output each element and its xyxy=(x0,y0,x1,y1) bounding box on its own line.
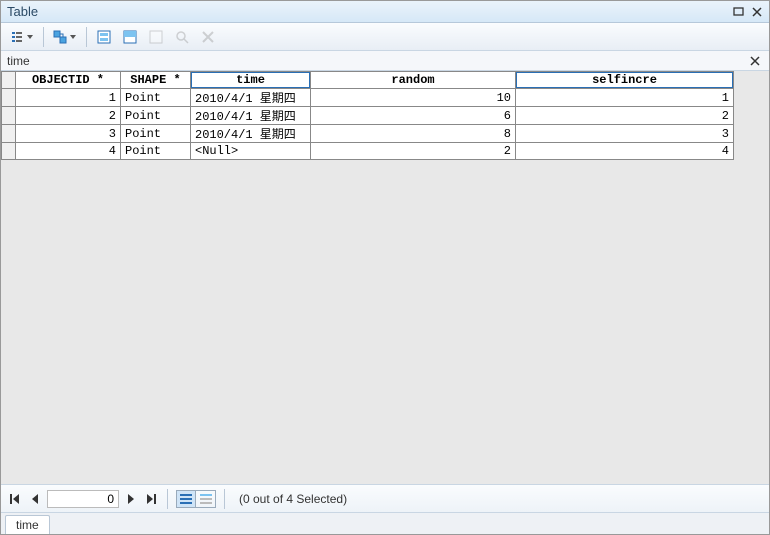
close-icon xyxy=(750,56,760,66)
row-selector-header[interactable] xyxy=(2,72,16,89)
cell-random[interactable]: 10 xyxy=(311,89,516,107)
show-selected-icon xyxy=(199,493,213,505)
cell-objectid[interactable]: 2 xyxy=(16,107,121,125)
show-all-icon xyxy=(179,493,193,505)
column-header-objectid[interactable]: OBJECTID * xyxy=(16,72,121,89)
table-tab-bar: time xyxy=(1,512,769,534)
toolbar xyxy=(1,23,769,51)
column-header-shape[interactable]: SHAPE * xyxy=(121,72,191,89)
grid-area[interactable]: OBJECTID * SHAPE * time random selfincre… xyxy=(1,71,769,484)
cell-time[interactable]: 2010/4/1 星期四 xyxy=(191,125,311,143)
cell-selfincre[interactable]: 3 xyxy=(516,125,734,143)
table-options-button[interactable] xyxy=(7,26,37,48)
delete-icon xyxy=(201,30,215,44)
table-row[interactable]: 2Point2010/4/1 星期四62 xyxy=(2,107,734,125)
close-window-button[interactable] xyxy=(749,5,765,19)
last-icon xyxy=(146,494,156,504)
column-header-random[interactable]: random xyxy=(311,72,516,89)
cell-selfincre[interactable]: 2 xyxy=(516,107,734,125)
select-attr-icon xyxy=(97,30,111,44)
restore-icon xyxy=(733,7,745,17)
cell-objectid[interactable]: 1 xyxy=(16,89,121,107)
prev-record-button[interactable] xyxy=(27,490,43,508)
cell-shape[interactable]: Point xyxy=(121,125,191,143)
cell-shape[interactable]: Point xyxy=(121,89,191,107)
cell-selfincre[interactable]: 4 xyxy=(516,143,734,160)
nav-separator xyxy=(224,489,225,509)
row-selector[interactable] xyxy=(2,89,16,107)
view-toggle-group xyxy=(176,490,216,508)
toolbar-separator xyxy=(43,27,44,47)
selection-status-text: (0 out of 4 Selected) xyxy=(239,492,347,506)
table-tab[interactable]: time xyxy=(5,515,50,534)
switch-selection-button[interactable] xyxy=(119,26,141,48)
list-icon xyxy=(10,30,24,44)
restore-button[interactable] xyxy=(731,5,747,19)
cell-time[interactable]: 2010/4/1 星期四 xyxy=(191,107,311,125)
first-icon xyxy=(10,494,20,504)
delete-selected-button[interactable] xyxy=(197,26,219,48)
cell-random[interactable]: 8 xyxy=(311,125,516,143)
zoom-selected-button[interactable] xyxy=(171,26,193,48)
last-record-button[interactable] xyxy=(143,490,159,508)
table-row[interactable]: 4Point<Null>24 xyxy=(2,143,734,160)
column-header-selfincre[interactable]: selfincre xyxy=(516,72,734,89)
attribute-table[interactable]: OBJECTID * SHAPE * time random selfincre… xyxy=(1,71,734,160)
zoom-selected-icon xyxy=(175,30,189,44)
cell-time[interactable]: <Null> xyxy=(191,143,311,160)
prev-icon xyxy=(31,494,39,504)
cell-random[interactable]: 6 xyxy=(311,107,516,125)
next-record-button[interactable] xyxy=(123,490,139,508)
nav-separator xyxy=(167,489,168,509)
select-by-attributes-button[interactable] xyxy=(93,26,115,48)
cell-shape[interactable]: Point xyxy=(121,107,191,125)
related-tables-button[interactable] xyxy=(50,26,80,48)
title-bar: Table xyxy=(1,1,769,23)
cell-shape[interactable]: Point xyxy=(121,143,191,160)
row-selector[interactable] xyxy=(2,107,16,125)
related-icon xyxy=(53,30,67,44)
close-table-button[interactable] xyxy=(747,53,763,69)
switch-selection-icon xyxy=(123,30,137,44)
row-selector[interactable] xyxy=(2,125,16,143)
table-row[interactable]: 1Point2010/4/1 星期四101 xyxy=(2,89,734,107)
row-selector[interactable] xyxy=(2,143,16,160)
close-icon xyxy=(752,7,762,17)
window-title: Table xyxy=(5,4,729,19)
record-navigation-bar: (0 out of 4 Selected) xyxy=(1,484,769,512)
header-row: OBJECTID * SHAPE * time random selfincre xyxy=(2,72,734,89)
cell-time[interactable]: 2010/4/1 星期四 xyxy=(191,89,311,107)
table-name-bar: time xyxy=(1,51,769,71)
clear-selection-button[interactable] xyxy=(145,26,167,48)
show-all-records-button[interactable] xyxy=(176,490,196,508)
clear-selection-icon xyxy=(149,30,163,44)
table-name-label: time xyxy=(7,54,747,68)
cell-objectid[interactable]: 3 xyxy=(16,125,121,143)
cell-objectid[interactable]: 4 xyxy=(16,143,121,160)
table-row[interactable]: 3Point2010/4/1 星期四83 xyxy=(2,125,734,143)
show-selected-records-button[interactable] xyxy=(196,490,216,508)
column-header-time[interactable]: time xyxy=(191,72,311,89)
cell-random[interactable]: 2 xyxy=(311,143,516,160)
next-icon xyxy=(127,494,135,504)
current-record-input[interactable] xyxy=(47,490,119,508)
toolbar-separator xyxy=(86,27,87,47)
first-record-button[interactable] xyxy=(7,490,23,508)
cell-selfincre[interactable]: 1 xyxy=(516,89,734,107)
